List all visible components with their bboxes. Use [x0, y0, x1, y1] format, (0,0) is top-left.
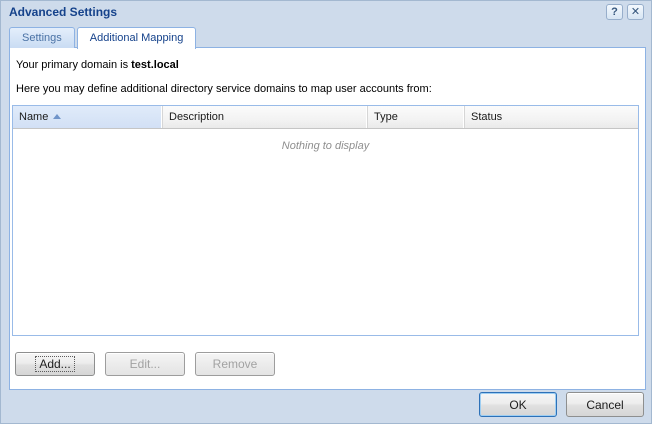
- table-header-row: Name Description Type Status: [13, 106, 638, 129]
- column-header-description[interactable]: Description: [163, 106, 368, 128]
- tab-strip: Settings Additional Mapping: [9, 27, 197, 49]
- sort-asc-icon: [53, 114, 62, 119]
- primary-domain-value: test.local: [131, 59, 179, 71]
- domains-table: Name Description Type Status Nothing to …: [12, 105, 639, 336]
- cancel-button[interactable]: Cancel: [566, 392, 644, 417]
- close-icon[interactable]: ✕: [627, 4, 644, 20]
- table-action-buttons: Add... Edit... Remove: [15, 352, 275, 376]
- primary-domain-text: Your primary domain is test.local: [16, 59, 179, 71]
- edit-button[interactable]: Edit...: [105, 352, 185, 376]
- primary-domain-prefix: Your primary domain is: [16, 59, 132, 71]
- tab-settings[interactable]: Settings: [9, 27, 75, 48]
- column-header-status[interactable]: Status: [465, 106, 638, 128]
- table-body: Nothing to display: [13, 140, 638, 152]
- dialog-footer-buttons: OK Cancel: [479, 392, 644, 417]
- empty-table-message: Nothing to display: [281, 140, 370, 152]
- help-icon[interactable]: ?: [606, 4, 623, 20]
- instruction-text: Here you may define additional directory…: [16, 83, 432, 95]
- dialog-tools: ? ✕: [606, 4, 644, 20]
- dialog-title: Advanced Settings: [9, 5, 118, 19]
- add-button-label: Add...: [35, 356, 75, 372]
- additional-mapping-panel: Your primary domain is test.local Here y…: [9, 47, 646, 390]
- advanced-settings-dialog: Advanced Settings ? ✕ Settings Additiona…: [0, 0, 652, 424]
- column-header-type[interactable]: Type: [368, 106, 465, 128]
- tab-additional-mapping[interactable]: Additional Mapping: [76, 27, 197, 49]
- add-button[interactable]: Add...: [15, 352, 95, 376]
- column-header-name[interactable]: Name: [13, 106, 163, 128]
- remove-button[interactable]: Remove: [195, 352, 275, 376]
- ok-button[interactable]: OK: [479, 392, 557, 417]
- column-header-name-label: Name: [19, 111, 49, 123]
